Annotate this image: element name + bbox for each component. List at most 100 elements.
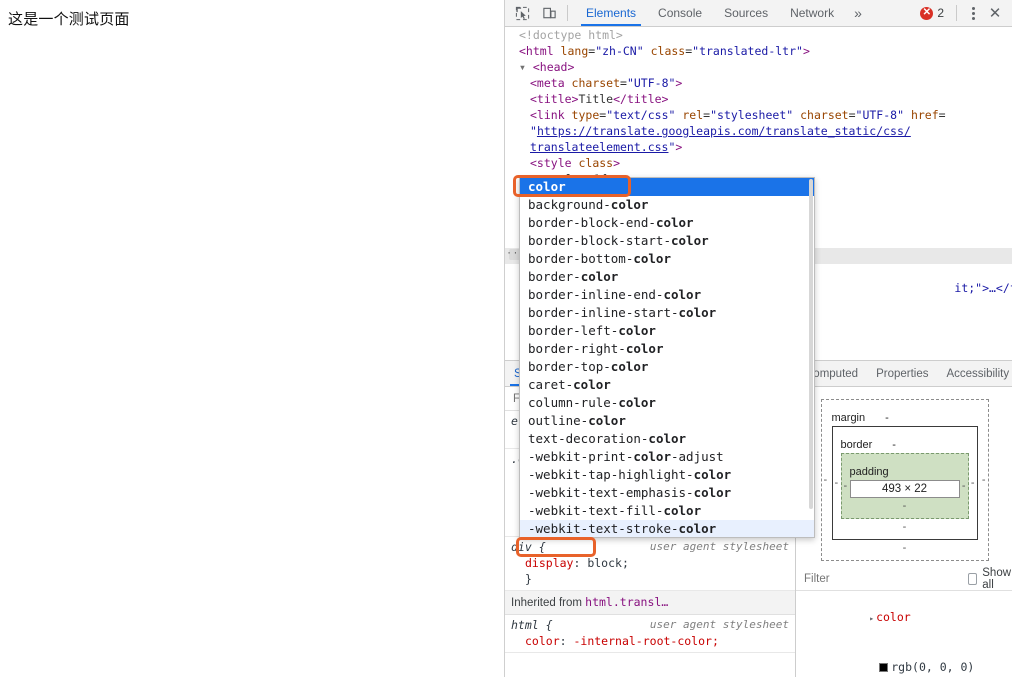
dom-tree-line[interactable]: <title>Title</title> xyxy=(505,91,1012,107)
dom-tree-line[interactable]: translateelement.css"> xyxy=(505,139,1012,155)
padding-right-value[interactable]: - xyxy=(962,480,966,492)
box-model-content-size[interactable]: 493 × 22 xyxy=(849,480,960,498)
computed-property-value: rgb(0, 0, 0) xyxy=(891,660,975,674)
dom-tree-line[interactable]: <meta charset="UTF-8"> xyxy=(505,75,1012,91)
padding-left-value[interactable]: - xyxy=(844,480,848,492)
error-circle-icon: ✕ xyxy=(920,6,934,20)
autocomplete-item[interactable]: -webkit-text-emphasis-color xyxy=(520,484,814,502)
border-top-value[interactable]: - xyxy=(892,439,896,451)
page-heading: 这是一个测试页面 xyxy=(8,10,130,28)
box-model-border[interactable]: border - padding 493 × 22 - - - - - - xyxy=(831,426,978,540)
div-rule-declaration[interactable]: display: block; xyxy=(511,555,789,571)
autocomplete-item[interactable]: border-top-color xyxy=(520,358,814,376)
autocomplete-item[interactable]: caret-color xyxy=(520,376,814,394)
dom-token: <style xyxy=(530,156,579,170)
border-right-value[interactable]: - xyxy=(971,477,975,489)
margin-left-value[interactable]: - xyxy=(824,474,828,486)
box-model-padding[interactable]: padding 493 × 22 - - - xyxy=(840,453,969,519)
margin-row: margin - xyxy=(832,412,978,424)
tab-sources[interactable]: Sources xyxy=(713,0,779,26)
box-model-margin[interactable]: margin - border - padding 493 × 22 - - -… xyxy=(820,399,989,561)
inherited-target[interactable]: html.transl… xyxy=(585,595,668,609)
close-icon[interactable]: ✕ xyxy=(983,3,1007,23)
margin-top-value[interactable]: - xyxy=(885,412,889,424)
autocomplete-item[interactable]: border-block-start-color xyxy=(520,232,814,250)
dom-token: = xyxy=(620,76,627,90)
dom-tree-line[interactable]: <style class> xyxy=(505,155,1012,171)
chevron-right-icon[interactable]: ▸ xyxy=(869,614,874,623)
html-rule-val: -internal-root-color; xyxy=(573,634,719,648)
autocomplete-item[interactable]: outline-color xyxy=(520,412,814,430)
border-left-value[interactable]: - xyxy=(835,477,839,489)
show-all-checkbox[interactable] xyxy=(968,572,978,585)
tab-console[interactable]: Console xyxy=(647,0,713,26)
autocomplete-item[interactable]: border-bottom-color xyxy=(520,250,814,268)
tab-network[interactable]: Network xyxy=(779,0,845,26)
disclosure-triangle-icon[interactable]: ▾ xyxy=(519,60,533,74)
dom-token[interactable]: translateelement.css xyxy=(530,140,668,154)
autocomplete-item[interactable]: -webkit-tap-highlight-color xyxy=(520,466,814,484)
dom-token: > xyxy=(802,44,810,58)
device-toolbar-icon[interactable] xyxy=(538,3,560,23)
padding-row: padding xyxy=(850,466,960,478)
dom-tree-line[interactable]: "https://translate.googleapis.com/transl… xyxy=(505,123,1012,139)
autocomplete-item[interactable]: border-inline-start-color xyxy=(520,304,814,322)
dom-token: "translated-ltr" xyxy=(692,44,803,58)
color-swatch[interactable] xyxy=(879,663,889,672)
border-bottom-value[interactable]: - xyxy=(841,521,969,533)
dom-token: "text/css" xyxy=(606,108,676,122)
screenshot-root: 这是一个测试页面 Elements Console Sources Networ… xyxy=(0,0,1012,677)
computed-property-color[interactable]: ▸ color xyxy=(800,593,1012,643)
autocomplete-item[interactable]: text-decoration-color xyxy=(520,430,814,448)
kebab-menu-icon[interactable] xyxy=(963,6,983,20)
autocomplete-item[interactable]: color xyxy=(520,178,814,196)
dom-token: </title> xyxy=(613,92,669,106)
devtools-panel: Elements Console Sources Network » ✕ 2 ✕… xyxy=(504,0,1012,677)
padding-bottom-value[interactable]: - xyxy=(850,500,960,512)
div-rule[interactable]: div { user agent stylesheet display: blo… xyxy=(505,537,795,591)
dom-tree-line[interactable]: <!doctype html> xyxy=(505,27,1012,43)
dom-token[interactable]: https://translate.googleapis.com/transla… xyxy=(537,124,911,138)
dom-tree-line[interactable]: <html lang="zh-CN" class="translated-ltr… xyxy=(505,43,1012,59)
show-all-toggle[interactable]: Show all xyxy=(968,567,1012,591)
html-rule-declaration[interactable]: color: -internal-root-color; xyxy=(511,633,789,649)
tab-properties-label: Properties xyxy=(876,367,929,380)
toolbar-right-group: ✕ 2 ✕ xyxy=(920,3,1012,23)
padding-label: padding xyxy=(849,466,889,478)
dom-tree-line[interactable]: <link type = "text/css" rel = "stylesheet" c… xyxy=(505,107,1012,123)
autocomplete-item[interactable]: column-rule-color xyxy=(520,394,814,412)
autocomplete-scrollbar[interactable] xyxy=(809,179,813,509)
inherited-from-bar: Inherited from html.transl… xyxy=(505,591,795,615)
tab-properties[interactable]: Properties xyxy=(867,361,937,386)
tab-accessibility[interactable]: Accessibility xyxy=(937,361,1012,386)
autocomplete-item[interactable]: -webkit-text-fill-color xyxy=(520,502,814,520)
autocomplete-item[interactable]: border-left-color xyxy=(520,322,814,340)
tab-elements[interactable]: Elements xyxy=(575,0,647,26)
box-model-wrapper: margin - border - padding 493 × 22 - - -… xyxy=(796,387,1012,567)
autocomplete-item[interactable]: border-block-end-color xyxy=(520,214,814,232)
autocomplete-item[interactable]: -webkit-print-color-adjust xyxy=(520,448,814,466)
border-label: border xyxy=(840,439,873,451)
inherited-label: Inherited from xyxy=(511,597,586,609)
autocomplete-item[interactable]: border-right-color xyxy=(520,340,814,358)
html-rule[interactable]: html { user agent stylesheet color: -int… xyxy=(505,615,795,653)
dom-token: <meta xyxy=(530,76,572,90)
margin-label: margin xyxy=(831,412,866,424)
dom-tree-line[interactable]: ▾ <head> xyxy=(505,59,1012,75)
dom-token: <head> xyxy=(532,60,575,74)
css-property-autocomplete[interactable]: color background-color border-block-end-co… xyxy=(519,177,815,538)
more-tabs-button[interactable]: » xyxy=(845,0,871,26)
computed-filter-input[interactable] xyxy=(802,571,960,586)
dom-token: "UTF-8" xyxy=(855,108,904,122)
autocomplete-item[interactable]: border-inline-end-color xyxy=(520,286,814,304)
dom-token: <title> xyxy=(530,92,579,106)
margin-bottom-value[interactable]: - xyxy=(832,542,978,554)
autocomplete-item[interactable]: border-color xyxy=(520,268,814,286)
tab-sources-label: Sources xyxy=(724,6,769,20)
margin-right-value[interactable]: - xyxy=(982,474,986,486)
div-rule-close: } xyxy=(525,572,532,586)
error-badge[interactable]: ✕ 2 xyxy=(920,6,944,20)
autocomplete-item[interactable]: background-color xyxy=(520,196,814,214)
autocomplete-item[interactable]: -webkit-text-stroke-color xyxy=(520,520,814,537)
inspect-cursor-icon[interactable] xyxy=(511,3,533,23)
